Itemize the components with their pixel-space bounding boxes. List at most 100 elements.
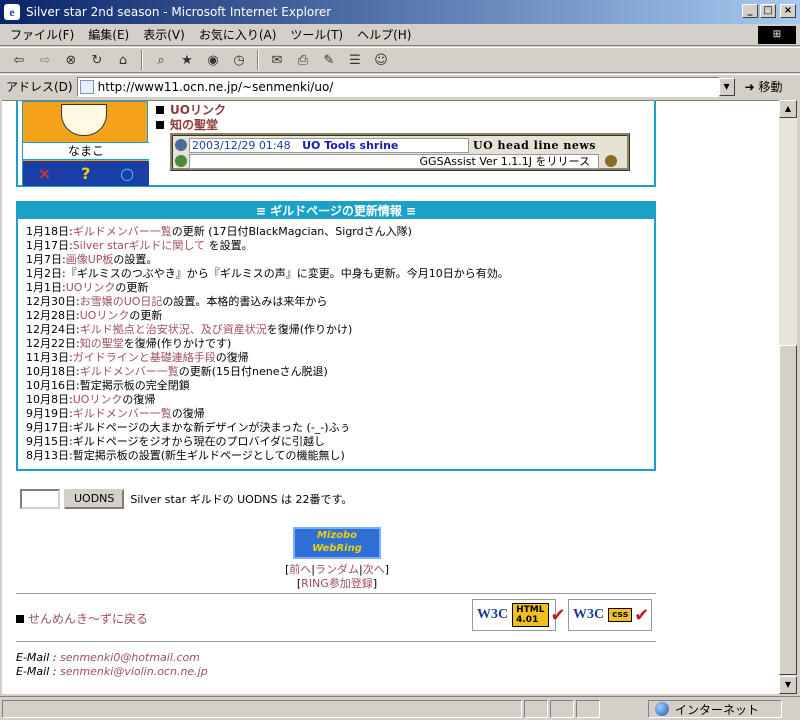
update-link[interactable]: UOリンク bbox=[80, 309, 130, 322]
home-icon[interactable]: ⌂ bbox=[112, 50, 134, 70]
windows-logo-icon: ⊞ bbox=[758, 26, 796, 44]
back-link[interactable]: せんめんき〜ずに戻る bbox=[28, 612, 148, 626]
print-icon[interactable]: ⎙ bbox=[292, 50, 314, 70]
webring-next-link[interactable]: 次へ bbox=[363, 563, 385, 576]
favorites-icon[interactable]: ★ bbox=[176, 50, 198, 70]
scroll-up-button[interactable]: ▲ bbox=[779, 100, 797, 118]
ticker-shrine[interactable]: UO Tools shrine bbox=[302, 139, 398, 152]
webring-prev-link[interactable]: 前へ bbox=[289, 563, 311, 576]
webring: Mizobo WebRing [前へ|ランダム|次へ] [RING参加登録] bbox=[252, 527, 422, 591]
ticker-item[interactable]: GGSAssist Ver 1.1.1J をリリース bbox=[189, 154, 599, 169]
menu-view[interactable]: 表示(V) bbox=[143, 26, 185, 43]
stop-icon[interactable]: ⊗ bbox=[60, 50, 82, 70]
refresh-icon[interactable]: ↻ bbox=[86, 50, 108, 70]
media-icon[interactable]: ◉ bbox=[202, 50, 224, 70]
update-link[interactable]: ガイドラインと基礎連絡手段 bbox=[73, 351, 216, 364]
close-button[interactable]: × bbox=[780, 4, 796, 18]
webring-logo[interactable]: Mizobo WebRing bbox=[293, 527, 381, 559]
vertical-scrollbar[interactable]: ▲ ▼ bbox=[779, 100, 797, 694]
checkmark-icon: ✔ bbox=[634, 604, 650, 626]
ie-logo-icon: e bbox=[4, 4, 20, 20]
avatar: なまこ × ? ○ bbox=[22, 101, 149, 186]
update-link[interactable]: ギルドメンバー一覧 bbox=[73, 407, 172, 420]
scroll-down-button[interactable]: ▼ bbox=[779, 676, 797, 694]
w3c-css-badge[interactable]: W3C css ✔ bbox=[568, 599, 652, 631]
discuss-icon[interactable]: ☰ bbox=[344, 50, 366, 70]
update-link[interactable]: ギルドメンバー一覧 bbox=[80, 365, 179, 378]
top-links: UOリンク 知の聖堂 bbox=[156, 103, 226, 133]
update-text: の設置。本格的書込みは来年から bbox=[162, 295, 328, 308]
list-item: 1月2日:『ギルミスのつぶやき』から『ギルミスの声』に変更。中身も更新。今月10… bbox=[26, 267, 646, 281]
maximize-button[interactable]: □ bbox=[760, 4, 776, 18]
list-item: 12月28日:UOリンクの更新 bbox=[26, 309, 646, 323]
w3c-html-badge[interactable]: W3C HTML 4.01 ✔ bbox=[472, 599, 566, 631]
update-date: 1月18日: bbox=[26, 225, 73, 238]
update-date: 12月22日: bbox=[26, 337, 80, 350]
update-date: 11月3日: bbox=[26, 351, 73, 364]
menu-file[interactable]: ファイル(F) bbox=[10, 26, 74, 43]
update-text: 暫定掲示板の完全閉鎖 bbox=[79, 379, 190, 392]
status-cell bbox=[550, 699, 574, 718]
title-bar: e Silver star 2nd season - Microsoft Int… bbox=[0, 0, 800, 24]
update-link[interactable]: ギルドメンバー一覧 bbox=[73, 225, 172, 238]
go-button[interactable]: ➜ 移動 bbox=[745, 78, 783, 95]
update-link[interactable]: お雪嬢のUO日記 bbox=[80, 295, 163, 308]
menu-tools[interactable]: ツール(T) bbox=[290, 26, 343, 43]
menu-edit[interactable]: 編集(E) bbox=[88, 26, 129, 43]
history-icon[interactable]: ◷ bbox=[228, 50, 250, 70]
address-input[interactable]: http://www11.ocn.ne.jp/~senmenki/uo/ bbox=[76, 76, 719, 97]
update-date: 10月18日: bbox=[26, 365, 80, 378]
forward-icon[interactable]: ⇨ bbox=[34, 50, 56, 70]
webring-random-link[interactable]: ランダム bbox=[315, 563, 359, 576]
messenger-icon[interactable]: ☺ bbox=[370, 50, 392, 70]
update-text: の復帰 bbox=[171, 407, 205, 420]
cross-icon[interactable]: × bbox=[38, 164, 51, 183]
chi-no-seido-link[interactable]: 知の聖堂 bbox=[170, 118, 218, 132]
update-text: の復帰 bbox=[215, 351, 249, 364]
toolbar-separator bbox=[257, 50, 259, 70]
update-link[interactable]: Silver starギルドに関して bbox=[73, 239, 205, 252]
bullet-icon bbox=[156, 121, 164, 129]
uo-link[interactable]: UOリンク bbox=[170, 103, 226, 117]
divider bbox=[16, 641, 656, 643]
scroll-thumb[interactable] bbox=[779, 345, 797, 675]
w3c-label: W3C bbox=[477, 607, 509, 622]
email-list: E-Mail : senmenki0@hotmail.com E-Mail : … bbox=[16, 651, 208, 679]
question-icon[interactable]: ? bbox=[81, 164, 90, 183]
guild-updates-box: ≡ ギルドページの更新情報 ≡ 1月18日:ギルドメンバー一覧の更新 (17日付… bbox=[16, 201, 656, 471]
update-link[interactable]: UOリンク bbox=[66, 281, 116, 294]
list-item: 8月13日:暫定掲示板の設置(新生ギルドページとしての機能無し) bbox=[26, 449, 646, 463]
update-link[interactable]: ギルド拠点と治安状況、及び資産状況 bbox=[80, 323, 267, 336]
circle-icon[interactable]: ○ bbox=[120, 164, 134, 183]
menu-help[interactable]: ヘルプ(H) bbox=[357, 26, 411, 43]
edit-icon[interactable]: ✎ bbox=[318, 50, 340, 70]
mail-icon[interactable]: ✉ bbox=[266, 50, 288, 70]
avatar-icons: × ? ○ bbox=[23, 161, 149, 186]
email-link[interactable]: senmenki@violin.ocn.ne.jp bbox=[60, 665, 208, 678]
address-label: アドレス(D) bbox=[6, 80, 73, 94]
update-date: 12月30日: bbox=[26, 295, 80, 308]
toolbar-separator bbox=[141, 50, 143, 70]
uodns-button[interactable]: UODNS bbox=[64, 489, 125, 509]
minimize-button[interactable]: _ bbox=[742, 4, 758, 18]
webring-logo-bottom: WebRing bbox=[312, 543, 362, 554]
update-link[interactable]: UOリンク bbox=[73, 393, 123, 406]
update-link[interactable]: 画像UP板 bbox=[66, 253, 114, 266]
list-item: 12月24日:ギルド拠点と治安状況、及び資産状況を復帰(作りかけ) bbox=[26, 323, 646, 337]
update-date: 1月2日: bbox=[26, 267, 66, 280]
address-dropdown-button[interactable]: ▼ bbox=[718, 77, 735, 96]
list-item: 1月7日:画像UP板の設置。 bbox=[26, 253, 646, 267]
update-link[interactable]: 知の聖堂 bbox=[80, 337, 124, 350]
menu-favorites[interactable]: お気に入り(A) bbox=[199, 26, 277, 43]
status-cell bbox=[524, 699, 548, 718]
email-link[interactable]: senmenki0@hotmail.com bbox=[60, 651, 200, 664]
back-icon[interactable]: ⇦ bbox=[8, 50, 30, 70]
update-date: 9月17日: bbox=[26, 421, 73, 434]
search-icon[interactable]: ⌕ bbox=[150, 50, 172, 70]
guild-updates-list: 1月18日:ギルドメンバー一覧の更新 (17日付BlackMagcian、Sig… bbox=[18, 219, 654, 469]
w3c-label: W3C bbox=[573, 607, 605, 622]
webring-join-link[interactable]: RING参加登録 bbox=[301, 577, 373, 590]
uodns-input[interactable] bbox=[20, 489, 60, 509]
html-badge-label: HTML 4.01 bbox=[512, 603, 549, 627]
address-bar: アドレス(D) http://www11.ocn.ne.jp/~senmenki… bbox=[0, 74, 800, 98]
